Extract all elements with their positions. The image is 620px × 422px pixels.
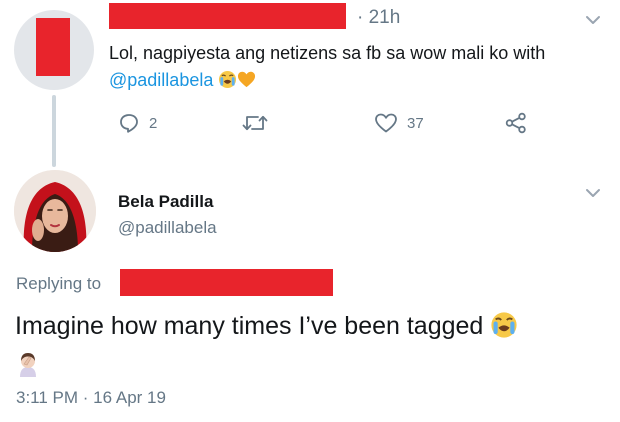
- reply-timestamp[interactable]: 3:11 PM · 16 Apr 19: [16, 388, 166, 408]
- like-action[interactable]: 37: [374, 112, 424, 134]
- reply-action[interactable]: 2: [118, 112, 157, 134]
- reply-author-avatar[interactable]: [14, 170, 96, 252]
- thread-connector-line: [52, 95, 56, 167]
- reply-author-handle[interactable]: @padillabela: [118, 218, 217, 238]
- parent-tweet-text: Lol, nagpiyesta ang netizens sa fb sa wo…: [109, 40, 589, 97]
- like-count: 37: [407, 114, 424, 132]
- parent-avatar[interactable]: [14, 10, 94, 90]
- reply-author-name[interactable]: Bela Padilla: [118, 192, 213, 212]
- share-icon: [504, 112, 528, 134]
- share-action[interactable]: [504, 112, 528, 134]
- like-icon: [374, 112, 398, 134]
- reply-tweet-body: Imagine how many times I’ve been tagged: [15, 312, 484, 340]
- retweet-icon: [242, 112, 268, 134]
- facepalm-emoji: [15, 351, 41, 387]
- reply-count: 2: [149, 114, 158, 132]
- reply-tweet-text: Imagine how many times I’ve been tagged: [15, 308, 615, 387]
- parent-tweet-time[interactable]: · 21h: [357, 7, 400, 29]
- orange-heart-emoji: [237, 70, 256, 97]
- reply-icon: [118, 112, 140, 134]
- mention-link[interactable]: @padillabela: [109, 70, 213, 90]
- avatar-redaction: [36, 18, 70, 76]
- retweet-action[interactable]: [242, 112, 277, 134]
- chevron-down-icon[interactable]: [585, 187, 600, 201]
- replying-to-label: Replying to: [16, 274, 102, 293]
- chevron-down-icon[interactable]: [585, 14, 600, 28]
- crying-face-emoji: [490, 311, 518, 349]
- parent-author-redaction: [109, 3, 346, 29]
- parent-tweet-body: Lol, nagpiyesta ang netizens sa fb sa wo…: [109, 43, 546, 63]
- replying-to-redaction: [120, 269, 333, 296]
- crying-face-emoji: [218, 70, 237, 97]
